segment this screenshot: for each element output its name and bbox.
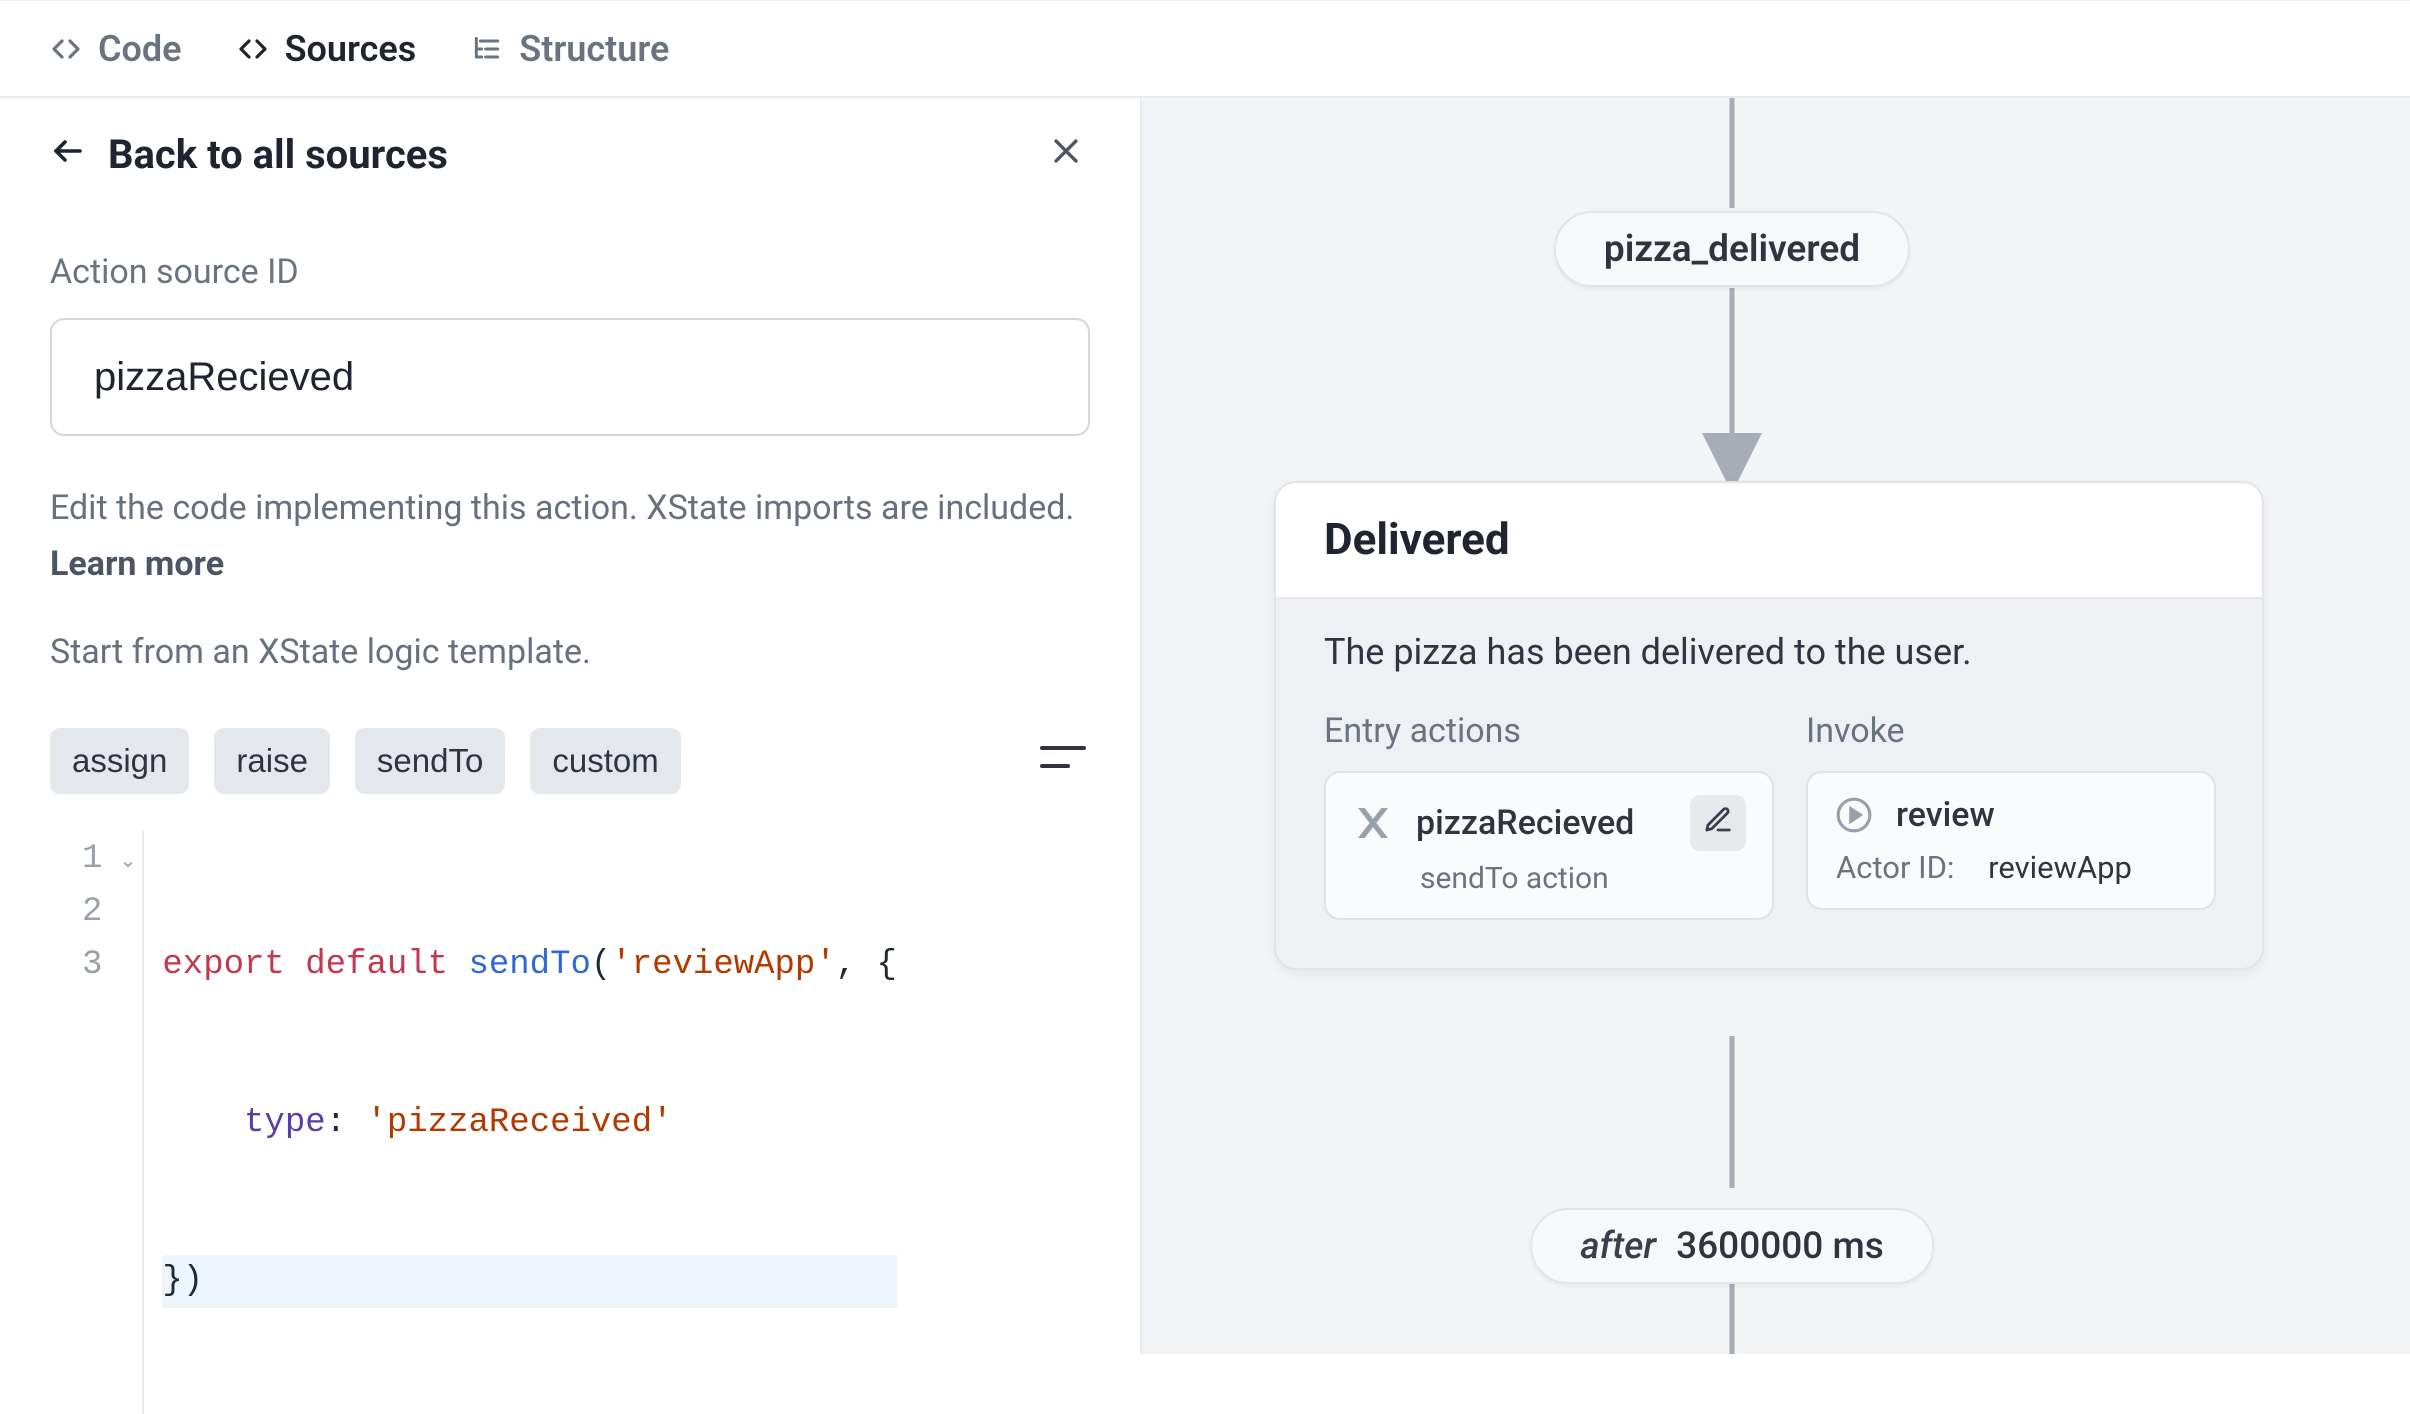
actor-id-value: reviewApp xyxy=(1988,849,2132,886)
back-button[interactable]: Back to all sources xyxy=(50,131,448,178)
code-token: 'pizzaReceived' xyxy=(366,1104,672,1142)
code-token: : xyxy=(326,1104,367,1142)
help-text: Edit the code implementing this action. … xyxy=(50,480,1090,592)
fold-chevron-icon[interactable]: ⌄ xyxy=(120,847,137,878)
line-number: 1 xyxy=(82,840,102,878)
tab-code[interactable]: Code xyxy=(50,28,182,70)
tab-sources[interactable]: Sources xyxy=(237,28,417,70)
template-custom-button[interactable]: custom xyxy=(530,728,680,794)
diagram-canvas[interactable]: pizza_delivered Delivered The pizza has … xyxy=(1142,98,2410,1354)
line-number: 2 xyxy=(82,893,102,931)
format-code-button[interactable] xyxy=(1036,734,1090,788)
format-icon xyxy=(1038,738,1088,785)
code-token: , { xyxy=(836,946,897,984)
panel-body: Action source ID Edit the code implement… xyxy=(0,208,1140,1414)
entry-action-subtitle: sendTo action xyxy=(1420,861,1746,896)
learn-more-link[interactable]: Learn more xyxy=(50,544,224,584)
line-number: 3 xyxy=(82,946,102,984)
code-brackets-icon xyxy=(50,33,82,65)
template-sendto-button[interactable]: sendTo xyxy=(355,728,505,794)
invoke-header: Invoke xyxy=(1806,711,2216,751)
invoke-actor-row: Actor ID: reviewApp xyxy=(1836,849,2188,886)
close-button[interactable] xyxy=(1042,130,1090,178)
entry-actions-header: Entry actions xyxy=(1324,711,1774,751)
template-help-text: Start from an XState logic template. xyxy=(50,624,1090,680)
entry-action-chip[interactable]: pizzaRecieved sendTo action xyxy=(1324,771,1774,920)
code-token: sendTo xyxy=(468,946,590,984)
panel-header: Back to all sources xyxy=(0,98,1140,208)
state-title: Delivered xyxy=(1276,483,2262,599)
tab-structure-label: Structure xyxy=(519,28,669,70)
timer-value: 3600000 ms xyxy=(1676,1225,1884,1268)
tab-sources-label: Sources xyxy=(285,28,417,70)
state-description: The pizza has been delivered to the user… xyxy=(1324,631,2214,673)
edit-action-button[interactable] xyxy=(1690,795,1746,851)
code-brackets-icon xyxy=(237,33,269,65)
top-tabs: Code Sources Structure xyxy=(0,0,2410,98)
arrow-left-icon xyxy=(50,133,86,176)
back-label: Back to all sources xyxy=(108,131,448,178)
template-raise-button[interactable]: raise xyxy=(214,728,330,794)
line-gutter: 1 ⌄ 2 3 xyxy=(50,831,144,1414)
code-token: default xyxy=(305,946,448,984)
entry-action-name: pizzaRecieved xyxy=(1416,803,1668,843)
state-node[interactable]: Delivered The pizza has been delivered t… xyxy=(1274,481,2264,970)
edit-icon xyxy=(1703,805,1733,842)
tab-structure[interactable]: Structure xyxy=(471,28,669,70)
template-assign-button[interactable]: assign xyxy=(50,728,189,794)
timer-after-label: after xyxy=(1580,1225,1656,1268)
transition-timer-node[interactable]: after 3600000 ms xyxy=(1530,1208,1934,1284)
invoke-chip[interactable]: review Actor ID: reviewApp xyxy=(1806,771,2216,910)
play-circle-icon xyxy=(1834,795,1874,835)
help-text-body: Edit the code implementing this action. … xyxy=(50,488,1074,528)
code-token: export xyxy=(162,946,284,984)
template-pill-row: assign raise sendTo custom xyxy=(50,728,1090,794)
source-editor-panel: Back to all sources Action source ID Edi… xyxy=(0,98,1142,1354)
transition-event-node[interactable]: pizza_delivered xyxy=(1554,211,1910,287)
close-icon xyxy=(1049,134,1083,175)
tab-code-label: Code xyxy=(98,28,182,70)
invoke-name: review xyxy=(1896,795,2188,835)
code-token: }) xyxy=(162,1262,203,1300)
code-token: 'reviewApp' xyxy=(611,946,835,984)
code-editor[interactable]: 1 ⌄ 2 3 export default sendTo('reviewApp'… xyxy=(50,830,1090,1414)
code-area[interactable]: export default sendTo('reviewApp', { typ… xyxy=(144,831,897,1414)
actor-id-label: Actor ID: xyxy=(1836,849,1954,886)
tree-structure-icon xyxy=(471,33,503,65)
code-token: ( xyxy=(591,946,611,984)
event-name: pizza_delivered xyxy=(1604,228,1860,271)
action-source-id-input[interactable] xyxy=(50,318,1090,436)
code-token: type xyxy=(244,1104,326,1142)
field-label: Action source ID xyxy=(50,252,1090,292)
xstate-logo-icon xyxy=(1352,802,1394,844)
